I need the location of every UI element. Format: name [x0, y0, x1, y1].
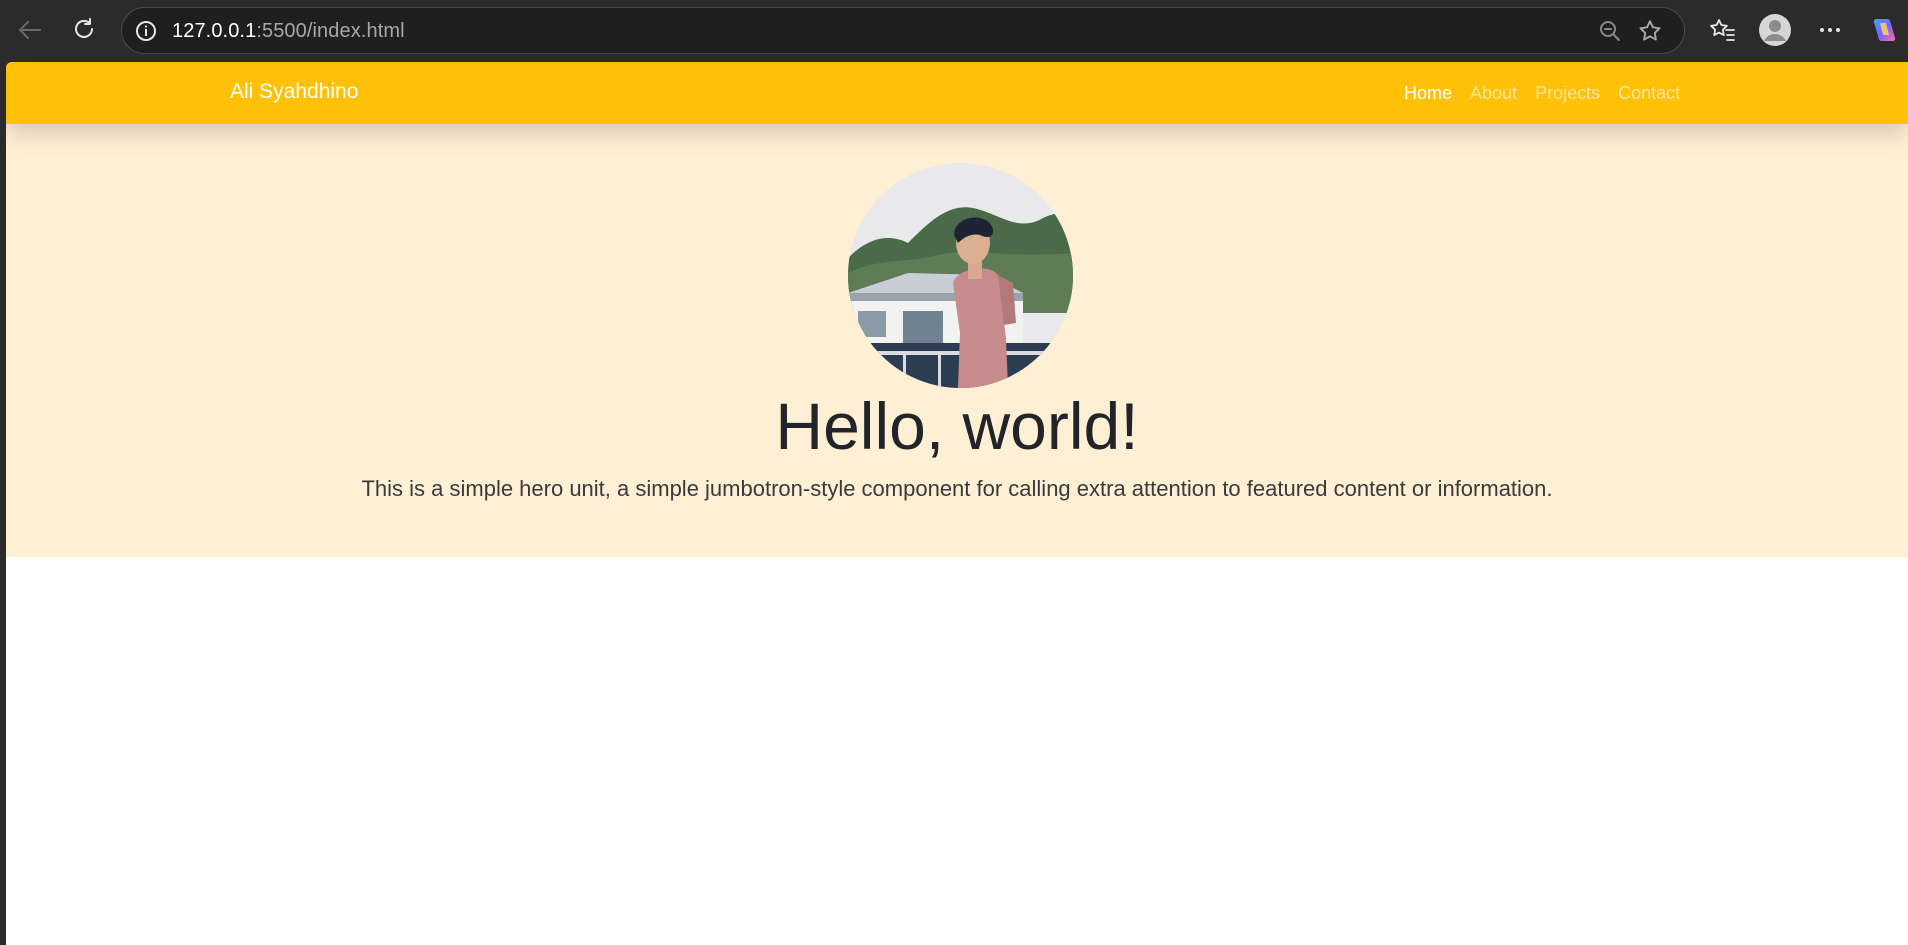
url-path: :5500/index.html	[256, 20, 405, 42]
navbar-brand[interactable]: Ali Syahdhino	[230, 80, 358, 104]
nav-link-about[interactable]: About	[1470, 83, 1517, 104]
favorite-star-icon[interactable]	[1636, 17, 1664, 45]
nav-link-projects[interactable]: Projects	[1535, 83, 1600, 104]
nav-links: Home About Projects Contact	[1404, 83, 1680, 104]
hero-jumbotron: Hello, world! This is a simple hero unit…	[6, 124, 1908, 557]
nav-link-contact[interactable]: Contact	[1618, 83, 1680, 104]
profile-photo	[848, 163, 1073, 388]
hero-lead: This is a simple hero unit, a simple jum…	[361, 476, 1553, 501]
favorites-list-icon[interactable]	[1704, 12, 1740, 48]
back-arrow-icon[interactable]	[12, 12, 48, 48]
copilot-icon[interactable]	[1866, 12, 1902, 48]
navbar: Ali Syahdhino Home About Projects Contac…	[6, 62, 1908, 124]
refresh-icon[interactable]	[66, 12, 102, 48]
url-host: 127.0.0.1	[172, 20, 257, 42]
page-viewport: Ali Syahdhino Home About Projects Contac…	[6, 62, 1908, 945]
address-bar[interactable]: 127.0.0.1:5500/index.html	[121, 7, 1685, 54]
profile-avatar-icon[interactable]	[1757, 12, 1793, 48]
browser-toolbar: 127.0.0.1:5500/index.html	[0, 0, 1908, 62]
site-info-icon[interactable]	[132, 17, 160, 45]
hero-title: Hello, world!	[775, 389, 1139, 463]
zoom-out-icon[interactable]	[1596, 17, 1624, 45]
url-text[interactable]: 127.0.0.1:5500/index.html	[172, 20, 405, 43]
nav-link-home[interactable]: Home	[1404, 83, 1452, 104]
more-menu-icon[interactable]	[1812, 12, 1848, 48]
